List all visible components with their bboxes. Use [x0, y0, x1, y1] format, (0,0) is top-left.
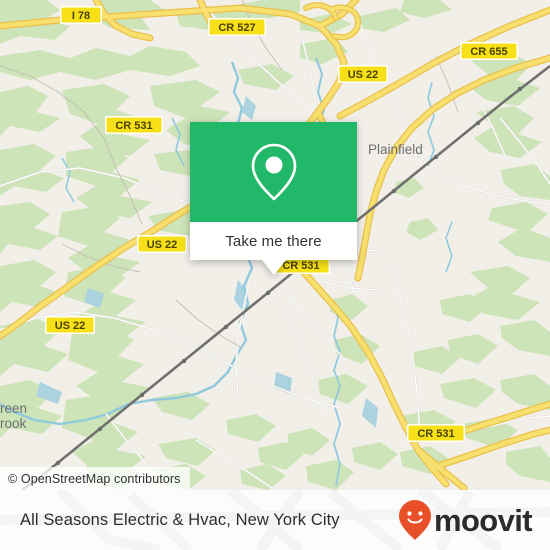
svg-text:CR 655: CR 655 [470, 46, 507, 58]
moovit-logo[interactable]: moovit [398, 499, 533, 541]
svg-text:CR 531: CR 531 [115, 120, 152, 132]
svg-text:rook: rook [0, 416, 27, 431]
osm-attribution-text: © OpenStreetMap contributors [8, 471, 181, 486]
osm-attribution[interactable]: © OpenStreetMap contributors [0, 467, 190, 490]
map-pin-icon [251, 143, 296, 201]
svg-text:US 22: US 22 [348, 69, 379, 81]
svg-text:CR 531: CR 531 [417, 428, 454, 440]
popup-pointer-tail [261, 260, 286, 275]
footer-bar: All Seasons Electric & Hvac, New York Ci… [0, 490, 550, 550]
svg-text:US 22: US 22 [147, 239, 178, 251]
svg-text:US 22: US 22 [55, 320, 86, 332]
popup-action-bar[interactable]: Take me there [190, 222, 357, 260]
svg-text:CR 531: CR 531 [282, 260, 319, 272]
svg-text:CR 527: CR 527 [218, 22, 255, 34]
svg-text:Plainfield: Plainfield [368, 142, 423, 157]
svg-text:I 78: I 78 [72, 10, 90, 22]
moovit-wordmark: moovit [433, 502, 533, 538]
moovit-map-screen: .wood { fill:#cde3b8; } .water { fill:#a… [0, 0, 550, 550]
svg-text:reen: reen [0, 401, 27, 416]
location-popup-card[interactable]: Take me there [190, 122, 357, 275]
popup-header [190, 122, 357, 222]
location-title: All Seasons Electric & Hvac, New York Ci… [20, 510, 340, 529]
take-me-there-label: Take me there [225, 232, 322, 250]
moovit-pin-smile-icon [398, 500, 431, 540]
